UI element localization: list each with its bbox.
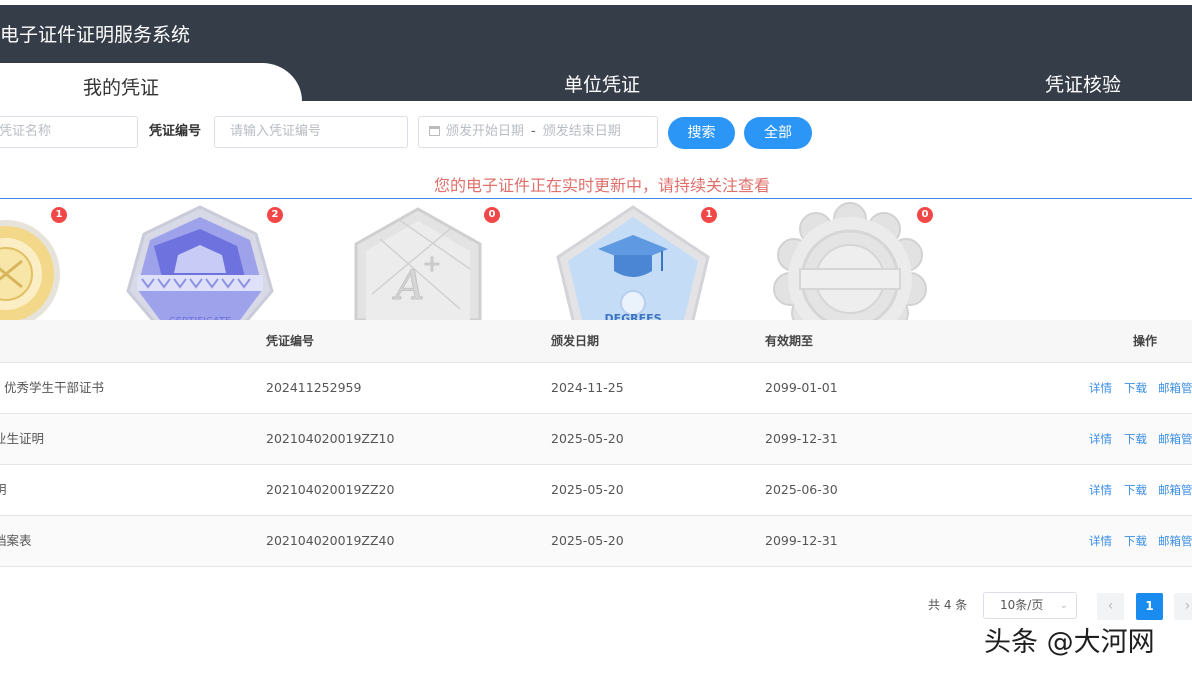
mailbox-link[interactable]: 邮箱管	[1158, 516, 1192, 566]
issue-date: 2025-05-20	[551, 482, 624, 497]
credential-number-label: 凭证编号	[149, 124, 202, 139]
credential-badges-strip: CERTIFICATE A + DEGREES	[0, 199, 1192, 320]
chevron-left-icon: ‹	[1107, 598, 1114, 614]
date-start-placeholder: 颁发开始日期	[446, 124, 525, 139]
badge-count-3: 0	[484, 207, 500, 223]
svg-text:+: +	[423, 252, 441, 277]
credential-number-input[interactable]: 请输入凭证编号	[214, 116, 408, 148]
svg-text:A: A	[392, 263, 425, 309]
credential-name-input[interactable]: 凭证名称	[0, 116, 138, 148]
col-valid-until: 有效期至	[765, 334, 814, 348]
update-notice: 您的电子证件正在实时更新中，请持续关注查看	[433, 176, 770, 195]
valid-until: 2099-12-31	[765, 533, 838, 548]
page-size-value: 10条/页	[1000, 598, 1044, 612]
tab-my-credentials[interactable]: 我的凭证	[0, 63, 302, 106]
detail-link[interactable]: 详情	[1089, 363, 1112, 413]
table-header: 凭证编号 颁发日期 有效期至 操作	[0, 320, 1192, 363]
watermark: 头条 @大河网	[984, 627, 1155, 658]
issue-date: 2025-05-20	[551, 533, 624, 548]
search-button[interactable]: 搜索	[668, 117, 735, 149]
badge-count-1: 1	[51, 207, 67, 223]
chevron-right-icon: ›	[1184, 598, 1191, 614]
detail-link[interactable]: 详情	[1089, 516, 1112, 566]
credential-name: 业生证明	[0, 431, 45, 446]
tab-credential-verify[interactable]: 凭证核验	[1045, 69, 1121, 101]
table-row: 优秀学生干部证书 202411252959 2024-11-25 2099-01…	[0, 363, 1192, 414]
mailbox-link[interactable]: 邮箱管	[1158, 465, 1192, 515]
credential-name-placeholder: 凭证名称	[0, 124, 52, 139]
issue-date: 2024-11-25	[551, 380, 624, 395]
download-link[interactable]: 下载	[1124, 363, 1147, 413]
date-separator: -	[531, 124, 536, 139]
app-title: 电子证件证明服务系统	[0, 24, 191, 46]
degree-badge-icon[interactable]: DEGREES	[556, 205, 710, 320]
credential-name: 明	[0, 482, 7, 497]
download-link[interactable]: 下载	[1124, 465, 1147, 515]
tab-label: 我的凭证	[83, 77, 160, 99]
tab-unit-credentials[interactable]: 单位凭证	[564, 69, 640, 101]
valid-until: 2099-12-31	[765, 431, 838, 446]
calendar-icon	[429, 126, 440, 136]
page-1-button[interactable]: 1	[1136, 593, 1163, 620]
gold-medal-icon[interactable]	[0, 220, 60, 320]
svg-text:DEGREES: DEGREES	[604, 312, 661, 320]
credential-number-placeholder: 请输入凭证编号	[230, 124, 322, 139]
issue-date-range-picker[interactable]: 颁发开始日期 - 颁发结束日期	[418, 116, 658, 148]
table-row: 明 202104020019ZZ20 2025-05-20 2025-06-30…	[0, 465, 1192, 516]
valid-until: 2099-01-01	[765, 380, 838, 395]
badge-count-5: 0	[917, 207, 933, 223]
col-actions: 操作	[1133, 334, 1158, 348]
detail-link[interactable]: 详情	[1089, 465, 1112, 515]
detail-link[interactable]: 详情	[1089, 414, 1112, 464]
badge-count-2: 2	[267, 207, 283, 223]
credential-number: 202104020019ZZ10	[266, 431, 395, 446]
mailbox-link[interactable]: 邮箱管	[1158, 414, 1192, 464]
table-row: 档案表 202104020019ZZ40 2025-05-20 2099-12-…	[0, 516, 1192, 567]
download-link[interactable]: 下载	[1124, 414, 1147, 464]
prev-page-button[interactable]: ‹	[1097, 593, 1124, 620]
credential-name: 档案表	[0, 533, 32, 548]
credential-name: 优秀学生干部证书	[4, 380, 105, 395]
top-header: 电子证件证明服务系统 我的凭证 单位凭证 凭证核验	[0, 5, 1192, 106]
pagination-total: 共 4 条	[928, 598, 968, 612]
date-end-placeholder: 颁发结束日期	[542, 124, 621, 139]
table-row: 业生证明 202104020019ZZ10 2025-05-20 2099-12…	[0, 414, 1192, 465]
credential-number: 202104020019ZZ20	[266, 482, 395, 497]
col-issue-date: 颁发日期	[551, 334, 600, 348]
flower-seal-badge-icon[interactable]	[773, 202, 927, 320]
grade-a-badge-icon[interactable]: A +	[354, 207, 482, 320]
credential-number: 202104020019ZZ40	[266, 533, 395, 548]
certificate-badge-icon[interactable]: CERTIFICATE	[126, 205, 274, 320]
badge-count-4: 1	[701, 207, 717, 223]
next-page-button[interactable]: ›	[1174, 593, 1192, 620]
issue-date: 2025-05-20	[551, 431, 624, 446]
col-number: 凭证编号	[266, 334, 315, 348]
valid-until: 2025-06-30	[765, 482, 838, 497]
chevron-down-icon: ⌄	[1059, 600, 1068, 611]
show-all-button[interactable]: 全部	[744, 117, 812, 149]
page-size-select[interactable]: 10条/页 ⌄	[983, 592, 1077, 619]
mailbox-link[interactable]: 邮箱管	[1158, 363, 1192, 413]
credential-number: 202411252959	[266, 380, 362, 395]
download-link[interactable]: 下载	[1124, 516, 1147, 566]
